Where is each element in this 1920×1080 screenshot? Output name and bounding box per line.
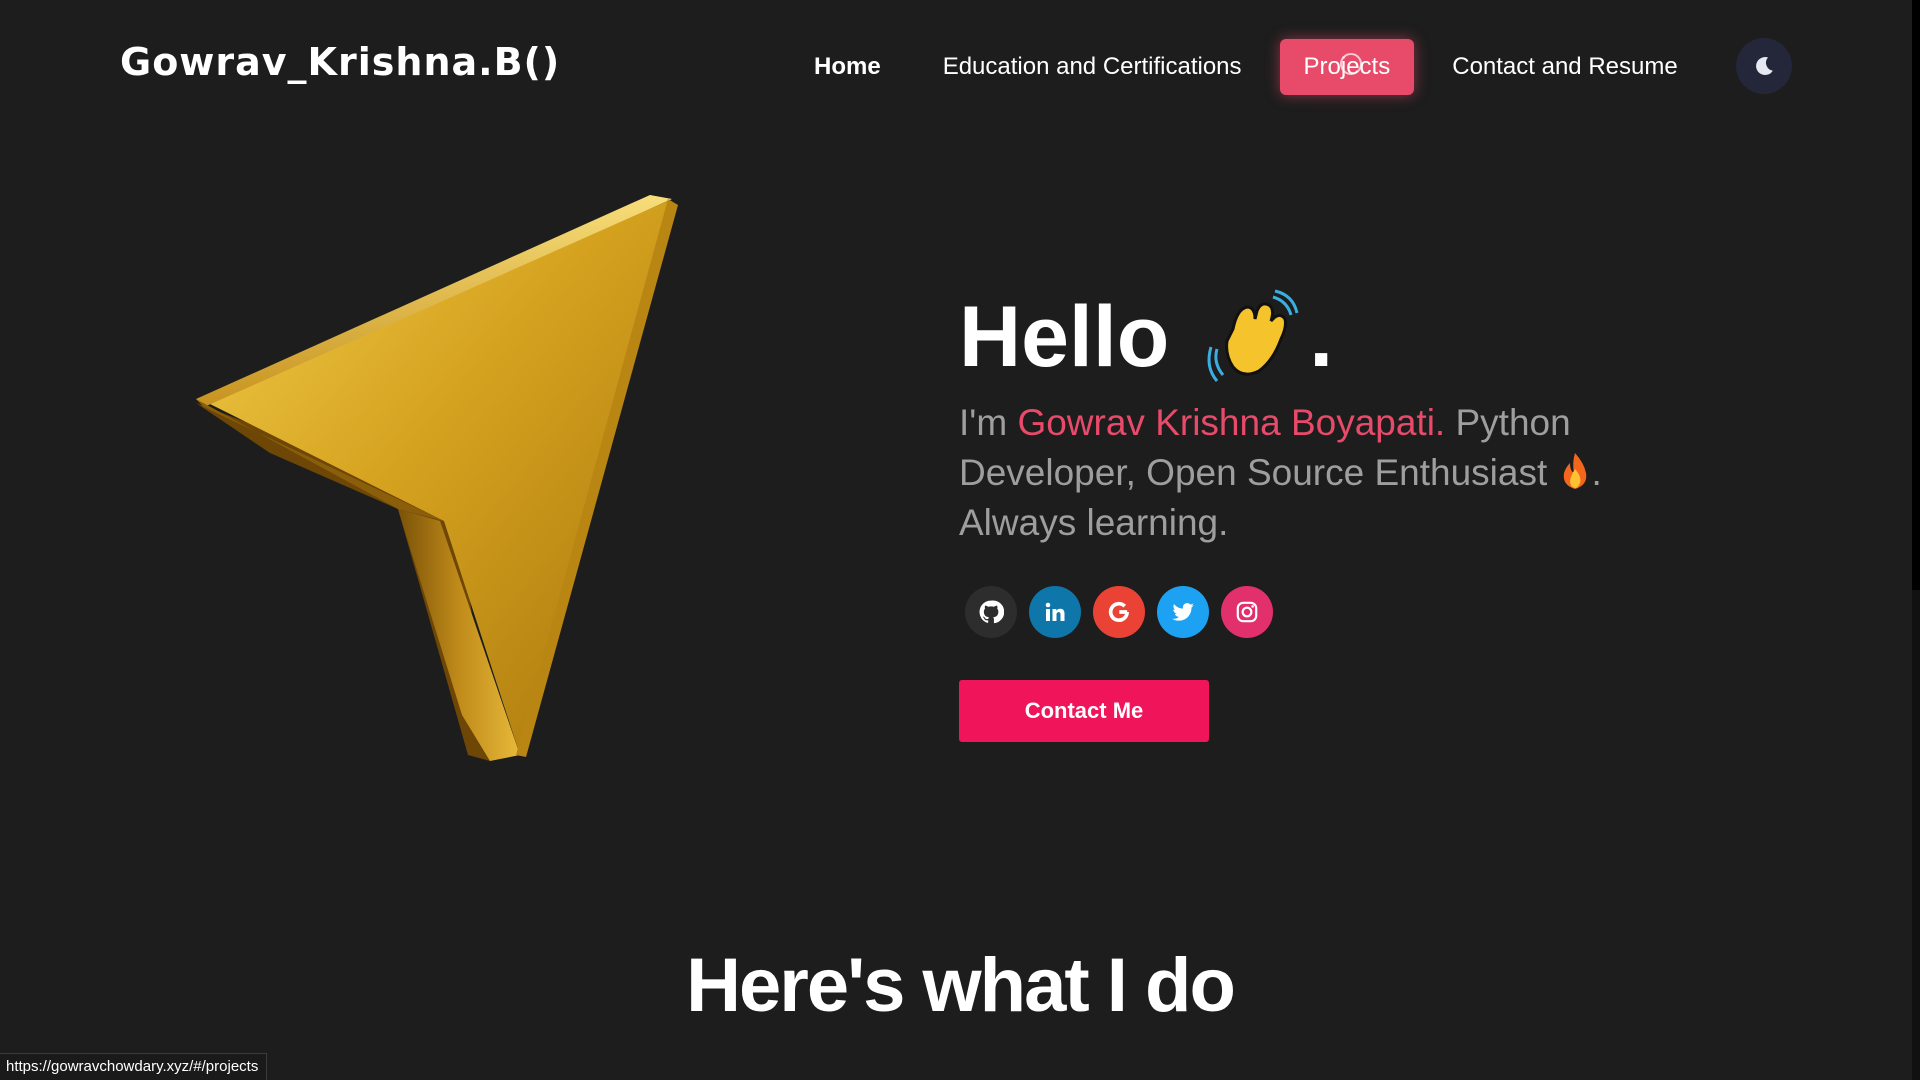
greeting-period: . — [1309, 289, 1334, 385]
instagram-link[interactable] — [1221, 586, 1273, 638]
greeting-text: Hello — [959, 289, 1170, 385]
intro-period: . — [1591, 452, 1602, 493]
nav-education[interactable]: Education and Certifications — [919, 39, 1266, 95]
linkedin-icon — [1045, 602, 1065, 621]
intro-name: Gowrav Krishna Boyapati. — [1017, 402, 1446, 443]
intro-last: Always learning. — [959, 502, 1229, 543]
intro-prefix: I'm — [959, 402, 1018, 443]
instagram-icon — [1236, 601, 1258, 623]
page-scrollbar[interactable] — [1912, 0, 1920, 1080]
gold-navigation-arrow-icon — [196, 195, 678, 761]
theme-toggle-button[interactable] — [1736, 38, 1792, 94]
fire-icon — [1563, 453, 1586, 489]
portfolio-page: Gowrav_Krishna.B() Home Education and Ce… — [0, 0, 1920, 1080]
linkedin-link[interactable] — [1029, 586, 1081, 638]
status-bar-url: https://gowravchowdary.xyz/#/projects — [0, 1053, 268, 1080]
social-links — [965, 586, 1679, 638]
nav-home[interactable]: Home — [790, 39, 905, 95]
site-logo[interactable]: Gowrav_Krishna.B() — [120, 40, 560, 84]
scrollbar-thumb[interactable] — [1912, 0, 1920, 590]
hero-text: Hello . I'm Gowrav Krishna Boyapati. Pyt… — [959, 282, 1679, 742]
google-link[interactable] — [1093, 586, 1145, 638]
contact-me-button[interactable]: Contact Me — [959, 680, 1209, 742]
hero-greeting: Hello . — [959, 282, 1679, 392]
hero-intro: I'm Gowrav Krishna Boyapati. Python Deve… — [959, 398, 1679, 548]
twitter-icon — [1172, 603, 1194, 621]
waving-hand-icon — [1207, 289, 1299, 382]
mouse-cursor-icon — [1339, 53, 1362, 75]
nav-contact-resume[interactable]: Contact and Resume — [1428, 39, 1701, 95]
main-nav: Home Education and Certifications Projec… — [790, 38, 1716, 96]
github-icon — [979, 600, 1004, 624]
moon-icon — [1756, 57, 1773, 76]
twitter-link[interactable] — [1157, 586, 1209, 638]
github-link[interactable] — [965, 586, 1017, 638]
section-title: Here's what I do — [686, 943, 1236, 1028]
google-icon — [1108, 601, 1129, 622]
nav-projects[interactable]: Projects — [1279, 39, 1415, 95]
